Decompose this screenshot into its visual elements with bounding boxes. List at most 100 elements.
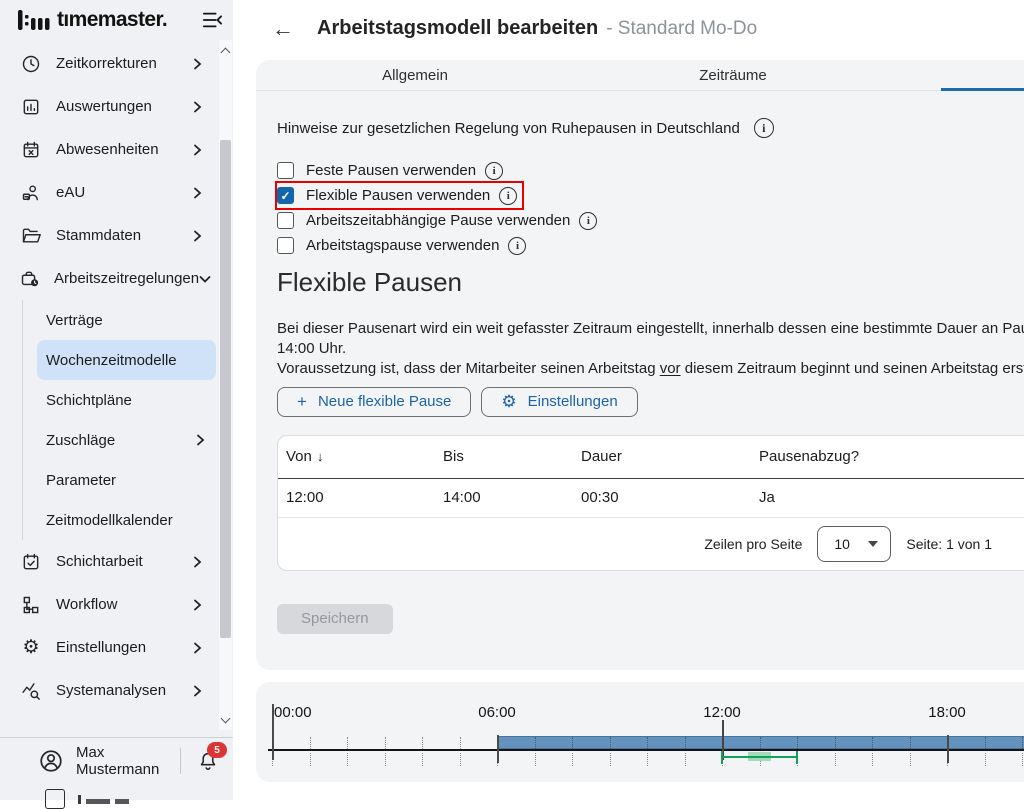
- chevron-right-icon: [191, 599, 203, 611]
- hour-ticks-above: [256, 737, 1024, 749]
- sidebar-item-label: Schichtarbeit: [56, 553, 143, 570]
- sidebar-item-einstellungen[interactable]: ⚙ Einstellungen: [0, 626, 233, 669]
- sidebar-item-stammdaten[interactable]: Stammdaten: [0, 214, 233, 257]
- chevron-down-icon: [868, 541, 878, 547]
- column-header-von[interactable]: Von↓: [286, 448, 443, 465]
- major-gridline-1800: [947, 735, 949, 763]
- checkbox-unchecked[interactable]: [277, 237, 294, 254]
- checkbox-row-feste-pausen[interactable]: Feste Pausen verwenden i: [277, 158, 508, 183]
- section-description: Bei dieser Pausenart wird ein weit gefas…: [277, 319, 1024, 379]
- sidebar-item-label: eAU: [56, 184, 85, 201]
- sidebar-scrollbar[interactable]: [219, 40, 232, 730]
- legal-hint-text: Hinweise zur gesetzlichen Regelung von R…: [277, 120, 740, 137]
- pause-options: Feste Pausen verwenden i ✓ Flexible Paus…: [277, 158, 1024, 258]
- brand-name: tımemaster.: [57, 8, 167, 32]
- scrollbar-thumb[interactable]: [220, 140, 231, 638]
- info-icon[interactable]: i: [508, 237, 526, 255]
- scroll-down-icon[interactable]: [221, 716, 230, 724]
- column-header-pausenabzug[interactable]: Pausenabzug?: [759, 448, 1024, 465]
- checkbox-checked[interactable]: ✓: [277, 187, 294, 204]
- column-header-dauer[interactable]: Dauer: [581, 448, 759, 465]
- analytics-search-icon: [20, 681, 42, 701]
- checkbox-unchecked[interactable]: [277, 212, 294, 229]
- gear-icon: ⚙: [20, 638, 42, 657]
- sidebar-item-schichtplaene[interactable]: Schichtpläne: [37, 380, 216, 420]
- checkbox-row-arbeitstagspause[interactable]: Arbeitstagspause verwenden i: [277, 233, 531, 258]
- sidebar-item-vertraege[interactable]: Verträge: [37, 300, 216, 340]
- user-name: Max Mustermann: [76, 744, 180, 778]
- info-icon[interactable]: i: [754, 118, 774, 138]
- sidebar-item-label: Schichtpläne: [46, 392, 132, 409]
- info-icon[interactable]: i: [499, 187, 517, 205]
- new-flexible-pause-button[interactable]: + Neue flexible Pause: [277, 387, 471, 417]
- sidebar-item-auswertungen[interactable]: Auswertungen: [0, 85, 233, 128]
- sidebar-item-wochenzeitmodelle[interactable]: Wochenzeitmodelle: [37, 340, 216, 380]
- sidebar-item-arbeitszeitregelungen[interactable]: Arbeitszeitregelungen: [0, 257, 233, 300]
- checkbox-row-arbeitszeitabhaengige-pause[interactable]: Arbeitszeitabhängige Pause verwenden i: [277, 208, 602, 233]
- gear-icon: ⚙: [501, 393, 516, 410]
- sidebar-item-abwesenheiten[interactable]: Abwesenheiten: [0, 128, 233, 171]
- hour-tick: [460, 753, 461, 766]
- checkbox-unchecked[interactable]: [277, 162, 294, 179]
- time-label-1800: 18:00: [928, 704, 966, 721]
- tab-zeitraeume[interactable]: Zeiträume: [574, 60, 892, 90]
- rows-per-page-select[interactable]: 10: [817, 526, 891, 562]
- chevron-right-icon: [191, 556, 203, 568]
- pause-window-end-cap: [796, 751, 798, 764]
- notifications-bell-icon[interactable]: 5: [197, 749, 219, 773]
- sidebar-item-clipped[interactable]: [45, 789, 129, 809]
- chevron-right-icon: [191, 101, 203, 113]
- user-avatar-icon: [38, 748, 64, 774]
- sidebar-item-zuschlaege[interactable]: Zuschläge: [37, 420, 216, 460]
- pause-window-line: [722, 756, 798, 758]
- sidebar-item-label: Auswertungen: [56, 98, 152, 115]
- settings-button[interactable]: ⚙ Einstellungen: [481, 387, 637, 417]
- chevron-right-icon: [191, 144, 203, 156]
- sidebar-collapse-icon[interactable]: [201, 10, 223, 30]
- info-icon[interactable]: i: [485, 162, 503, 180]
- info-icon[interactable]: i: [579, 212, 597, 230]
- sidebar-item-label: Verträge: [46, 312, 103, 329]
- hour-tick: [535, 753, 536, 766]
- hour-tick: [835, 753, 836, 766]
- scroll-up-icon[interactable]: [221, 46, 230, 54]
- timemaster-logo-icon: [18, 9, 50, 31]
- chevron-down-icon: [199, 273, 211, 285]
- hour-tick: [347, 753, 348, 766]
- hour-tick: [310, 753, 311, 766]
- sidebar-item-label: Arbeitszeitregelungen: [54, 270, 199, 287]
- sidebar-item-workflow[interactable]: Workflow: [0, 583, 233, 626]
- sidebar-item-zeitkorrekturen[interactable]: Zeitkorrekturen: [0, 42, 233, 85]
- hour-tick: [872, 737, 873, 749]
- column-header-bis[interactable]: Bis: [443, 448, 581, 465]
- hour-tick: [610, 753, 611, 766]
- sidebar-item-zeitmodellkalender[interactable]: Zeitmodellkalender: [37, 500, 216, 540]
- plus-icon: +: [297, 392, 307, 412]
- sidebar-nav: Zeitkorrekturen Auswertungen Abwesenheit…: [0, 40, 233, 712]
- page-info: Seite: 1 von 1: [906, 536, 992, 552]
- hour-tick: [760, 737, 761, 749]
- sidebar-item-parameter[interactable]: Parameter: [37, 460, 216, 500]
- table-pagination: Zeilen pro Seite 10 Seite: 1 von 1: [278, 518, 1024, 570]
- sidebar-item-eau[interactable]: eAU: [0, 171, 233, 214]
- checkbox-row-flexible-pausen[interactable]: ✓ Flexible Pausen verwenden i: [277, 183, 522, 208]
- cell-bis: 14:00: [443, 489, 581, 506]
- time-label-0600: 06:00: [478, 704, 516, 721]
- person-document-icon: [20, 183, 42, 203]
- back-arrow-icon[interactable]: ←: [272, 18, 294, 40]
- hour-tick: [610, 737, 611, 749]
- sidebar-item-schichtarbeit[interactable]: Schichtarbeit: [0, 540, 233, 583]
- tab-bar: Allgemein Zeiträume Pausen: [256, 60, 1024, 91]
- save-button[interactable]: Speichern: [277, 604, 393, 634]
- tab-pausen[interactable]: Pausen: [892, 60, 1024, 90]
- table-row[interactable]: 12:00 14:00 00:30 Ja: [278, 479, 1024, 518]
- sidebar-submenu-arbeitszeitregelungen: Verträge Wochenzeitmodelle Schichtpläne …: [22, 300, 233, 540]
- user-row[interactable]: Max Mustermann 5: [0, 741, 233, 781]
- sidebar-item-systemanalysen[interactable]: Systemanalysen: [0, 669, 233, 712]
- hour-tick: [460, 737, 461, 749]
- sidebar-item-label: Systemanalysen: [56, 682, 166, 699]
- hour-tick: [985, 737, 986, 749]
- hour-tick: [572, 737, 573, 749]
- tab-allgemein[interactable]: Allgemein: [256, 60, 574, 90]
- hour-tick: [422, 753, 423, 766]
